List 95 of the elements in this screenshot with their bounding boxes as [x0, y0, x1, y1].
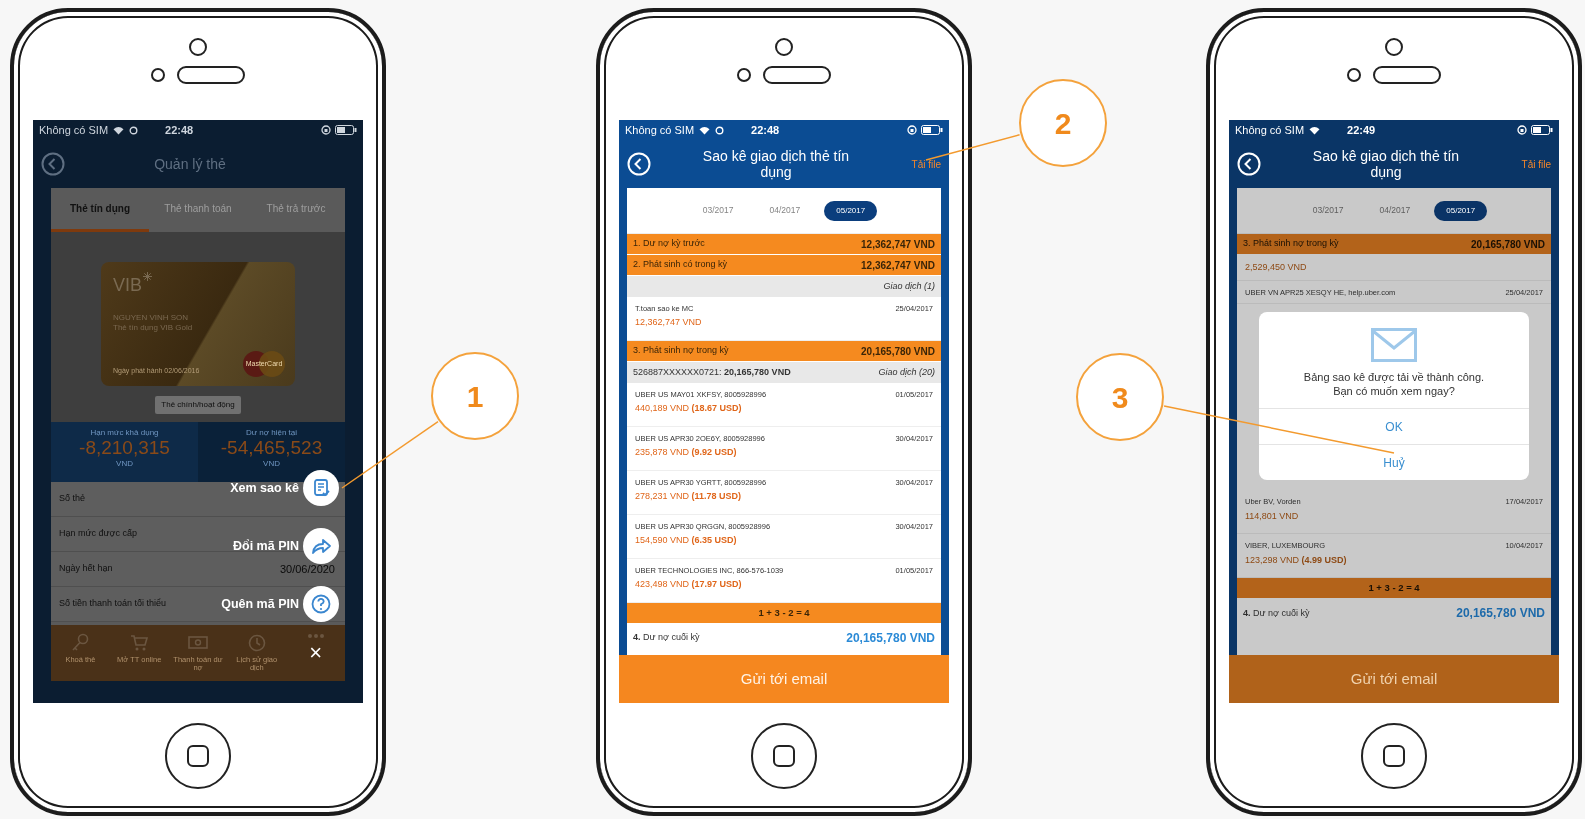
rotation-lock-icon [1517, 125, 1527, 135]
speaker-slot [177, 66, 245, 84]
clock-time: 22:48 [751, 122, 780, 138]
step-callout: 2 [1019, 79, 1107, 167]
close-button[interactable]: × [305, 642, 326, 664]
battery-icon [921, 125, 943, 135]
screen-title: Quản lý thẻ [153, 155, 227, 173]
card-status-button[interactable]: Thẻ chính/hoạt động [155, 396, 241, 414]
rotation-lock-icon [321, 125, 331, 135]
step-callout: 1 [431, 352, 519, 440]
envelope-icon [1371, 327, 1417, 362]
detail-label: Số tiền thanh toán tối thiểu [59, 597, 167, 611]
wifi-icon [113, 125, 125, 135]
transaction-amount: 154,590 VND (6.35 USD) [635, 534, 738, 548]
dialog-button[interactable]: Huỷ [1259, 444, 1529, 481]
battery-icon [335, 125, 357, 135]
speaker-slot [763, 66, 831, 84]
carrier-name: Không có SIM [625, 122, 695, 138]
transaction-amount: 12,362,747 VND [635, 316, 703, 330]
menu-item[interactable]: Đổi mã PIN [233, 528, 339, 564]
month-tab[interactable]: 05/2017 [1434, 200, 1488, 221]
menu-item[interactable]: Quên mã PIN [221, 586, 339, 622]
wifi-icon [1309, 125, 1321, 135]
stat-label: Hạn mức khả dụng [89, 428, 160, 438]
battery-icon [1531, 125, 1553, 135]
carrier-name: Không có SIM [39, 122, 109, 138]
carrier-name: Không có SIM [1235, 122, 1305, 138]
transaction-amount: 440,189 VND (18.67 USD) [635, 402, 743, 416]
card-number-total: 526887XXXXXX0721: 20,165,780 VND [633, 365, 791, 379]
home-button[interactable] [751, 723, 817, 789]
month-tab[interactable]: 04/2017 [757, 200, 813, 221]
section-label: 3. Phát sinh nợ trong kỳ [1243, 237, 1339, 251]
closing-label: 4. Dư nợ cuối kỳ [1243, 606, 1310, 620]
stat-value: -8,210,315 [78, 437, 171, 460]
detail-label: Ngày hết hạn [59, 562, 113, 576]
section-label: 3. Phát sinh nợ trong kỳ [633, 344, 729, 358]
transaction-amount: 278,231 VND (11.78 USD) [635, 490, 743, 504]
section-amount: 12,362,747 VND [861, 258, 935, 273]
stat-unit: VND [262, 459, 281, 469]
dialog-button[interactable]: OK [1259, 408, 1529, 445]
step-callout: 3 [1076, 353, 1164, 441]
transaction-count: Giao dịch (1) [883, 279, 935, 293]
transaction-amount: 423,498 VND (17.97 USD) [635, 578, 743, 592]
tab[interactable]: Thẻ trả trước [247, 188, 345, 232]
download-link[interactable]: Tải file [1511, 156, 1551, 172]
home-button[interactable] [165, 723, 231, 789]
transaction-amount: 235,878 VND (9.92 USD) [635, 446, 738, 460]
home-button[interactable] [1361, 723, 1427, 789]
clock-time: 22:48 [165, 122, 194, 138]
speaker-slot [1373, 66, 1441, 84]
camera-dot [1385, 38, 1403, 56]
closing-amount: 20,165,780 VND [846, 630, 935, 647]
stat-label: Dư nợ hiện tại [244, 428, 299, 438]
rotation-lock-icon [907, 125, 917, 135]
tab[interactable]: Thẻ thanh toán [149, 188, 247, 232]
detail-label: Hạn mức được cấp [59, 527, 137, 541]
detail-label: Số thẻ [59, 492, 86, 506]
month-tab[interactable]: 03/2017 [1300, 200, 1356, 221]
section-amount: 12,362,747 VND [861, 237, 935, 252]
camera-dot [189, 38, 207, 56]
send-email-button[interactable]: Gửi tới email [619, 655, 949, 703]
section-label: 2. Phát sinh có trong kỳ [633, 258, 728, 272]
camera-dot [775, 38, 793, 56]
transaction-amount: 2,529,450 VND [1245, 261, 1308, 274]
card-brand: VIB [113, 274, 142, 297]
formula-label: 1 + 3 - 2 = 4 [1237, 578, 1551, 599]
closing-amount: 20,165,780 VND [1456, 605, 1545, 623]
dots-icon [306, 633, 325, 639]
dialog-message: Bảng sao kê được tải về thành công. Bạn có muốn xem ngay? [1302, 369, 1486, 400]
wifi-icon [699, 125, 711, 135]
stat-value: -54,465,523 [219, 437, 324, 460]
section-amount: 20,165,780 VND [861, 344, 935, 359]
download-link[interactable]: Tải file [901, 156, 941, 172]
menu-item[interactable]: Xem sao kê [230, 470, 339, 506]
screen-title: Sao kê giao dịch thẻ tín dụng [701, 147, 851, 181]
transaction-count: Giao dịch (20) [878, 365, 935, 379]
star-icon [143, 272, 152, 281]
sensor-dot [1347, 68, 1361, 82]
transaction-amount: 123,298 VND (4.99 USD) [1245, 553, 1348, 567]
section-amount: 20,165,780 VND [1471, 237, 1545, 252]
detail-value: 30/06/2020 [279, 561, 335, 577]
transaction-amount: 114,801 VND [1245, 509, 1300, 523]
stat-unit: VND [115, 459, 134, 469]
question-icon [310, 593, 332, 615]
month-tab[interactable]: 03/2017 [690, 200, 746, 221]
month-tab[interactable]: 05/2017 [824, 200, 878, 221]
sensor-dot [151, 68, 165, 82]
section-label: 1. Dư nợ kỳ trước [633, 237, 705, 251]
formula-label: 1 + 3 - 2 = 4 [627, 603, 941, 623]
screen-title: Sao kê giao dịch thẻ tín dụng [1311, 147, 1461, 181]
closing-label: 4. Dư nợ cuối kỳ [633, 631, 700, 645]
month-tab[interactable]: 04/2017 [1367, 200, 1423, 221]
sensor-dot [737, 68, 751, 82]
clock-time: 22:49 [1347, 122, 1376, 138]
send-email-button[interactable]: Gửi tới email [1229, 655, 1559, 703]
